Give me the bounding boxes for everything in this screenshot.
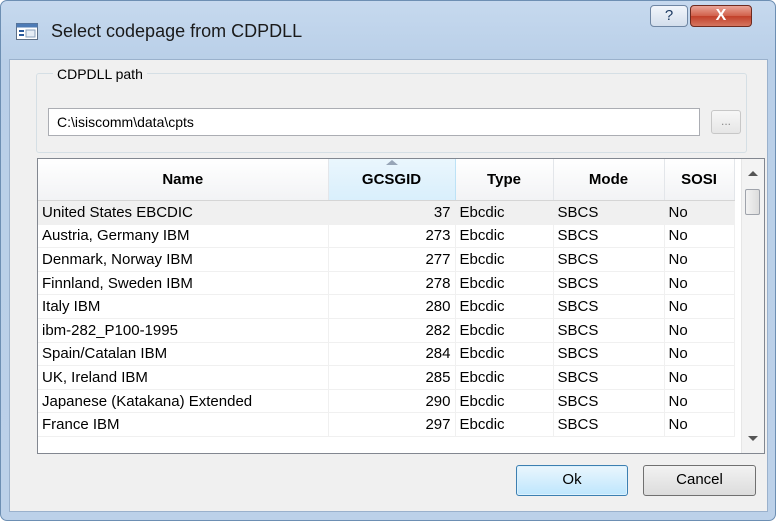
table-row[interactable]: United States EBCDIC 37 Ebcdic SBCS No xyxy=(38,200,735,225)
cell-type: Ebcdic xyxy=(455,224,554,249)
cell-type: Ebcdic xyxy=(455,389,554,414)
cell-sosi: No xyxy=(664,271,735,296)
cell-gcsgid: 290 xyxy=(328,389,456,414)
cell-mode: SBCS xyxy=(553,365,665,390)
cell-name: United States EBCDIC xyxy=(38,200,329,225)
cell-gcsgid: 278 xyxy=(328,271,456,296)
table-row[interactable]: ibm-282_P100-1995 282 Ebcdic SBCS No xyxy=(38,318,735,343)
table-row[interactable]: Denmark, Norway IBM 277 Ebcdic SBCS No xyxy=(38,247,735,272)
cell-name: Finnland, Sweden IBM xyxy=(38,271,329,296)
table-row[interactable]: Italy IBM 280 Ebcdic SBCS No xyxy=(38,294,735,319)
dialog-window: Select codepage from CDPDLL ? X CDPDLL p… xyxy=(0,0,776,521)
cell-gcsgid: 277 xyxy=(328,247,456,272)
column-header-type[interactable]: Type xyxy=(455,159,554,201)
window-title: Select codepage from CDPDLL xyxy=(51,21,303,41)
dialog-client-area: CDPDLL path C:\isiscomm\data\cpts ... Na… xyxy=(9,59,768,512)
cell-sosi: No xyxy=(664,318,735,343)
cell-gcsgid: 37 xyxy=(328,200,456,225)
cell-mode: SBCS xyxy=(553,318,665,343)
cell-name: ibm-282_P100-1995 xyxy=(38,318,329,343)
table-row[interactable]: Spain/Catalan IBM 284 Ebcdic SBCS No xyxy=(38,342,735,367)
cdpdll-path-label: CDPDLL path xyxy=(53,66,147,82)
table-row[interactable]: UK, Ireland IBM 285 Ebcdic SBCS No xyxy=(38,365,735,390)
codepage-table: Name GCSGID Type Mode SOSI United States… xyxy=(38,159,735,437)
cell-mode: SBCS xyxy=(553,224,665,249)
cell-mode: SBCS xyxy=(553,342,665,367)
cell-sosi: No xyxy=(664,247,735,272)
cell-type: Ebcdic xyxy=(455,318,554,343)
table-row[interactable]: Finnland, Sweden IBM 278 Ebcdic SBCS No xyxy=(38,271,735,296)
cell-mode: SBCS xyxy=(553,200,665,225)
scroll-up-arrow-icon[interactable] xyxy=(748,171,758,176)
app-window-icon xyxy=(16,23,38,40)
cell-gcsgid: 285 xyxy=(328,365,456,390)
cell-mode: SBCS xyxy=(553,271,665,296)
column-header-name[interactable]: Name xyxy=(38,159,329,201)
cell-type: Ebcdic xyxy=(455,271,554,296)
table-row[interactable]: Japanese (Katakana) Extended 290 Ebcdic … xyxy=(38,389,735,414)
cell-mode: SBCS xyxy=(553,247,665,272)
cell-name: Japanese (Katakana) Extended xyxy=(38,389,329,414)
column-header-sosi[interactable]: SOSI xyxy=(664,159,735,201)
scroll-down-arrow-icon[interactable] xyxy=(748,436,758,441)
cell-name: Italy IBM xyxy=(38,294,329,319)
codepage-grid[interactable]: Name GCSGID Type Mode SOSI United States… xyxy=(37,158,765,454)
cell-sosi: No xyxy=(664,389,735,414)
cell-name: France IBM xyxy=(38,412,329,437)
help-button[interactable]: ? xyxy=(650,5,688,27)
cell-gcsgid: 273 xyxy=(328,224,456,249)
cell-gcsgid: 280 xyxy=(328,294,456,319)
cell-mode: SBCS xyxy=(553,294,665,319)
cell-type: Ebcdic xyxy=(455,294,554,319)
browse-button[interactable]: ... xyxy=(711,110,741,134)
column-header-gcsgid[interactable]: GCSGID xyxy=(328,159,456,201)
sort-ascending-icon xyxy=(385,160,398,165)
vertical-scrollbar[interactable] xyxy=(741,159,764,453)
table-header-row: Name GCSGID Type Mode SOSI xyxy=(38,159,735,201)
cell-sosi: No xyxy=(664,412,735,437)
ok-button[interactable]: Ok xyxy=(516,465,628,496)
cell-gcsgid: 297 xyxy=(328,412,456,437)
cell-sosi: No xyxy=(664,365,735,390)
title-bar: Select codepage from CDPDLL ? X xyxy=(1,1,775,61)
cell-mode: SBCS xyxy=(553,412,665,437)
cell-name: Spain/Catalan IBM xyxy=(38,342,329,367)
cell-type: Ebcdic xyxy=(455,247,554,272)
table-row[interactable]: France IBM 297 Ebcdic SBCS No xyxy=(38,412,735,437)
cancel-button[interactable]: Cancel xyxy=(643,465,756,496)
table-row[interactable]: Austria, Germany IBM 273 Ebcdic SBCS No xyxy=(38,224,735,249)
cell-type: Ebcdic xyxy=(455,365,554,390)
cell-sosi: No xyxy=(664,224,735,249)
cell-name: Denmark, Norway IBM xyxy=(38,247,329,272)
cdpdll-path-input[interactable]: C:\isiscomm\data\cpts xyxy=(48,108,700,136)
cell-sosi: No xyxy=(664,294,735,319)
cell-gcsgid: 282 xyxy=(328,318,456,343)
column-header-gcsgid-label: GCSGID xyxy=(361,171,422,188)
cell-type: Ebcdic xyxy=(455,200,554,225)
cell-type: Ebcdic xyxy=(455,342,554,367)
column-header-mode[interactable]: Mode xyxy=(553,159,665,201)
close-button[interactable]: X xyxy=(690,5,752,27)
cell-name: UK, Ireland IBM xyxy=(38,365,329,390)
cell-mode: SBCS xyxy=(553,389,665,414)
cell-name: Austria, Germany IBM xyxy=(38,224,329,249)
cell-sosi: No xyxy=(664,342,735,367)
cell-sosi: No xyxy=(664,200,735,225)
cell-type: Ebcdic xyxy=(455,412,554,437)
cell-gcsgid: 284 xyxy=(328,342,456,367)
scrollbar-thumb[interactable] xyxy=(745,189,760,215)
